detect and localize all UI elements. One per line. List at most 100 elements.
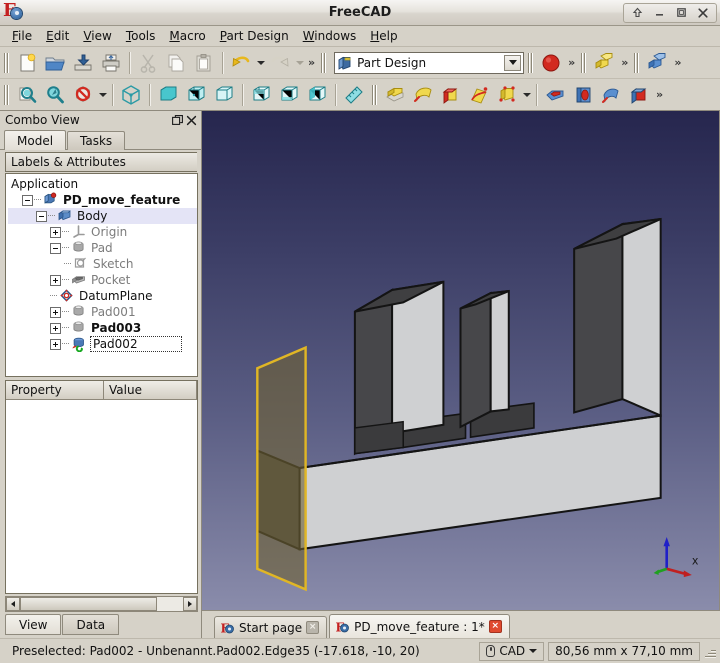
navigation-style-selector[interactable]: CAD — [479, 641, 545, 661]
macro-record-icon[interactable] — [538, 50, 564, 76]
measure-icon[interactable] — [341, 82, 367, 108]
open-document-icon[interactable] — [42, 50, 68, 76]
pd-toolbar-grip[interactable] — [580, 51, 588, 75]
property-horizontal-scrollbar[interactable] — [5, 596, 198, 612]
rear-view-icon[interactable] — [248, 82, 274, 108]
tree-item-pad003[interactable]: Pad003 — [8, 320, 197, 336]
datum-dropdown-arrow-icon[interactable] — [521, 82, 532, 108]
draw-style-icon[interactable] — [70, 82, 96, 108]
expand-icon[interactable] — [50, 226, 61, 238]
partdesign-overflow-button[interactable]: » — [653, 88, 665, 101]
hole-icon[interactable] — [570, 82, 596, 108]
viewport-canvas[interactable]: x — [202, 111, 719, 610]
tree-item-origin[interactable]: Origin — [8, 224, 197, 240]
revolution-icon[interactable] — [410, 82, 436, 108]
tree-item-pad[interactable]: Pad — [8, 240, 197, 256]
tab-model[interactable]: Model — [4, 130, 67, 150]
redo-dropdown-arrow-icon[interactable] — [294, 50, 305, 76]
chevron-down-icon[interactable] — [504, 54, 522, 71]
copy-icon[interactable] — [163, 50, 189, 76]
chevron-down-icon[interactable] — [529, 649, 538, 653]
close-icon[interactable] — [184, 113, 198, 127]
subtractive-prism-icon[interactable] — [626, 82, 652, 108]
axonometric-icon[interactable] — [118, 82, 144, 108]
menu-windows[interactable]: Windows — [296, 27, 364, 45]
menu-help[interactable]: Help — [363, 27, 404, 45]
scrollbar-track[interactable] — [20, 597, 183, 611]
property-editor-body[interactable] — [6, 400, 197, 593]
groove-icon[interactable] — [598, 82, 624, 108]
tab-view[interactable]: View — [5, 614, 62, 635]
undock-icon[interactable] — [170, 113, 184, 127]
tab-start-page[interactable]: F Start page × — [214, 616, 328, 638]
tree-item-pad002[interactable]: Pad002 — [8, 336, 197, 353]
scrollbar-thumb[interactable] — [20, 597, 157, 611]
expand-icon[interactable] — [50, 274, 61, 286]
close-icon[interactable]: × — [488, 620, 502, 633]
resize-grip[interactable] — [703, 644, 717, 658]
part-design-yellow-icon[interactable] — [591, 50, 617, 76]
right-view-icon[interactable] — [211, 82, 237, 108]
menu-macro[interactable]: Macro — [162, 27, 212, 45]
fit-all-icon[interactable] — [14, 82, 40, 108]
minimize-icon[interactable] — [648, 4, 670, 21]
tree-item-body[interactable]: Body — [8, 208, 197, 224]
model-tree[interactable]: Application PD_move_feature Body Origin Pad S… — [5, 173, 198, 377]
pd-overflow-button-1[interactable]: » — [618, 56, 630, 69]
toolbar-overflow-button[interactable]: » — [305, 56, 317, 69]
tree-item-pad001[interactable]: Pad001 — [8, 304, 197, 320]
close-icon[interactable] — [692, 4, 714, 21]
workbench-toolbar-grip[interactable] — [320, 51, 328, 75]
view-toolbar-grip[interactable] — [3, 83, 11, 107]
close-icon[interactable]: × — [306, 621, 320, 634]
undo-icon[interactable] — [228, 50, 254, 76]
pd-overflow-button-2[interactable]: » — [671, 56, 683, 69]
arrow-up-icon[interactable] — [626, 4, 648, 21]
save-document-icon[interactable] — [70, 50, 96, 76]
pocket-icon[interactable] — [542, 82, 568, 108]
tab-tasks[interactable]: Tasks — [67, 131, 126, 150]
expand-icon[interactable] — [50, 306, 61, 318]
maximize-icon[interactable] — [670, 4, 692, 21]
tab-data[interactable]: Data — [62, 614, 120, 635]
loft-icon[interactable] — [466, 82, 492, 108]
menu-file[interactable]: File — [5, 27, 39, 45]
workbench-selector[interactable]: Part Design — [334, 51, 525, 74]
print-document-icon[interactable] — [98, 50, 124, 76]
menu-tools[interactable]: Tools — [119, 27, 163, 45]
paste-icon[interactable] — [191, 50, 217, 76]
tree-item-sketch[interactable]: Sketch — [8, 256, 197, 272]
front-view-icon[interactable] — [155, 82, 181, 108]
pd-toolbar-grip-2[interactable] — [633, 51, 641, 75]
macro-toolbar-grip[interactable] — [527, 51, 535, 75]
redo-icon[interactable] — [267, 50, 293, 76]
tree-item-pd-move-feature[interactable]: PD_move_feature — [8, 192, 197, 208]
draw-style-dropdown-arrow-icon[interactable] — [97, 82, 108, 108]
tree-item-application[interactable]: Application — [8, 176, 197, 192]
part-design-blue-icon[interactable] — [644, 50, 670, 76]
scroll-left-icon[interactable] — [6, 597, 20, 611]
collapse-icon[interactable] — [22, 194, 33, 206]
left-view-icon[interactable] — [304, 82, 330, 108]
tree-item-pocket[interactable]: Pocket — [8, 272, 197, 288]
menu-part-design[interactable]: Part Design — [213, 27, 296, 45]
new-document-icon[interactable] — [14, 50, 40, 76]
menu-view[interactable]: View — [76, 27, 118, 45]
partdesign-toolbar-grip[interactable] — [371, 83, 379, 107]
pad-icon[interactable] — [438, 82, 464, 108]
datum-icon[interactable] — [494, 82, 520, 108]
toolbar-grip[interactable] — [3, 51, 11, 75]
undo-dropdown-arrow-icon[interactable] — [255, 50, 266, 76]
create-sketch-icon[interactable] — [382, 82, 408, 108]
collapse-icon[interactable] — [36, 210, 47, 222]
tab-pd-move-feature[interactable]: F PD_move_feature : 1* × — [329, 614, 510, 638]
top-view-icon[interactable] — [183, 82, 209, 108]
tree-item-datumplane[interactable]: DatumPlane — [8, 288, 197, 304]
cut-icon[interactable] — [135, 50, 161, 76]
bottom-view-icon[interactable] — [276, 82, 302, 108]
macro-overflow-button[interactable]: » — [565, 56, 577, 69]
tree-item-label[interactable]: Pad002 — [90, 336, 182, 352]
viewport-3d[interactable]: x — [202, 111, 720, 611]
menu-edit[interactable]: Edit — [39, 27, 76, 45]
fit-selection-icon[interactable] — [42, 82, 68, 108]
